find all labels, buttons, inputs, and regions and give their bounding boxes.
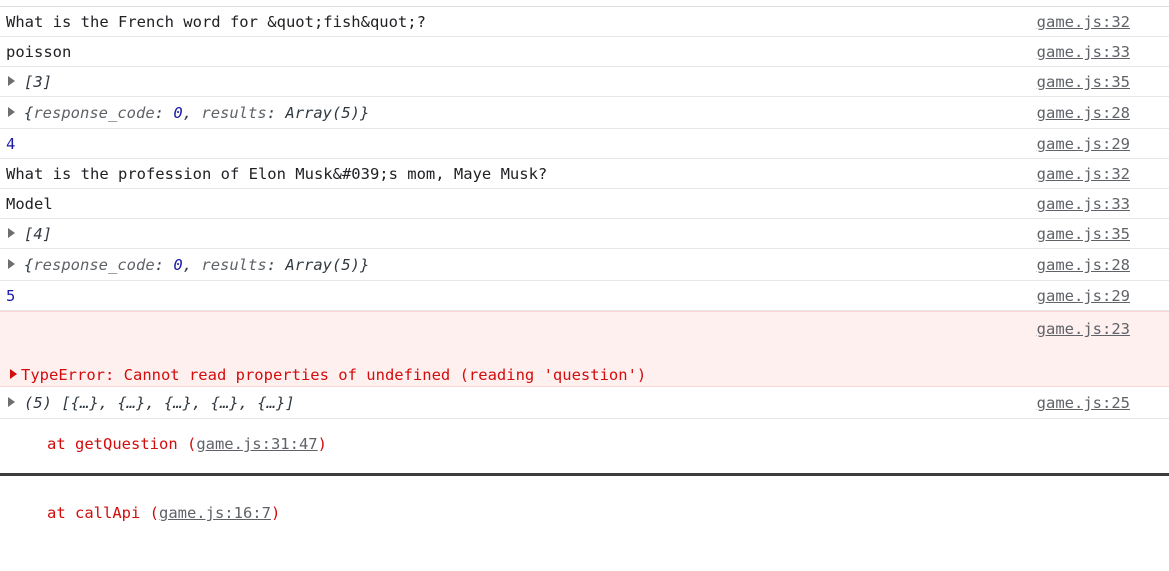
- expand-triangle-icon[interactable]: [8, 397, 15, 407]
- console-message: poisson game.js:33: [0, 37, 1169, 67]
- log-text: What is the French word for &quot;fish&q…: [6, 13, 426, 31]
- source-link[interactable]: game.js:28: [1037, 256, 1130, 275]
- source-link[interactable]: game.js:29: [1037, 135, 1130, 154]
- error-message: TypeError: Cannot read properties of und…: [21, 366, 647, 384]
- expand-triangle-icon[interactable]: [8, 228, 15, 238]
- expand-triangle-icon[interactable]: [8, 107, 15, 117]
- log-text: What is the profession of Elon Musk&#039…: [6, 165, 548, 183]
- expand-triangle-icon[interactable]: [8, 76, 15, 86]
- console-message: What is the profession of Elon Musk&#039…: [0, 159, 1169, 189]
- expand-triangle-icon[interactable]: [8, 259, 15, 269]
- array-preview[interactable]: (5) [{…}, {…}, {…}, {…}, {…}]: [24, 394, 295, 412]
- console-message: 4 game.js:29: [0, 129, 1169, 159]
- array-preview[interactable]: [4]: [24, 225, 52, 243]
- console-message: What is the French word for &quot;fish&q…: [0, 7, 1169, 37]
- log-text: poisson: [6, 43, 72, 61]
- source-link[interactable]: game.js:23: [1037, 318, 1130, 341]
- array-preview[interactable]: [3]: [24, 73, 52, 91]
- log-number: 4: [6, 135, 16, 153]
- object-preview[interactable]: {response_code: 0, results: Array(5)}: [24, 256, 369, 274]
- source-link[interactable]: game.js:35: [1037, 73, 1130, 92]
- stack-link[interactable]: game.js:31:47: [196, 435, 317, 453]
- source-link[interactable]: game.js:25: [1037, 394, 1130, 413]
- stack-frame: at getQuestion (game.js:31:47): [47, 435, 327, 453]
- console-message[interactable]: {response_code: 0, results: Array(5)} ga…: [0, 97, 1169, 129]
- stack-frame: at callApi (game.js:16:7): [47, 504, 281, 522]
- console-error[interactable]: TypeError: Cannot read properties of und…: [0, 311, 1169, 522]
- source-link[interactable]: game.js:32: [1037, 13, 1130, 32]
- console-message: Model game.js:33: [0, 189, 1169, 219]
- console-message[interactable]: [3] game.js:35: [0, 67, 1169, 97]
- source-link[interactable]: game.js:28: [1037, 104, 1130, 123]
- source-link[interactable]: game.js:33: [1037, 43, 1130, 62]
- log-text: Model: [6, 195, 53, 213]
- console-panel: What is the French word for &quot;fish&q…: [0, 0, 1169, 522]
- log-number: 5: [6, 287, 16, 305]
- source-link[interactable]: game.js:32: [1037, 165, 1130, 184]
- console-message: 5 game.js:29: [0, 281, 1169, 311]
- expand-triangle-icon[interactable]: [10, 369, 17, 379]
- source-link[interactable]: game.js:33: [1037, 195, 1130, 214]
- source-link[interactable]: game.js:29: [1037, 287, 1130, 306]
- console-message[interactable]: [4] game.js:35: [0, 219, 1169, 249]
- object-preview[interactable]: {response_code: 0, results: Array(5)}: [24, 104, 369, 122]
- source-link[interactable]: game.js:35: [1037, 225, 1130, 244]
- console-message[interactable]: {response_code: 0, results: Array(5)} ga…: [0, 249, 1169, 281]
- console-top-divider: [0, 0, 1169, 7]
- stack-link[interactable]: game.js:16:7: [159, 504, 271, 522]
- console-message[interactable]: (5) [{…}, {…}, {…}, {…}, {…}] game.js:25: [0, 387, 1169, 419]
